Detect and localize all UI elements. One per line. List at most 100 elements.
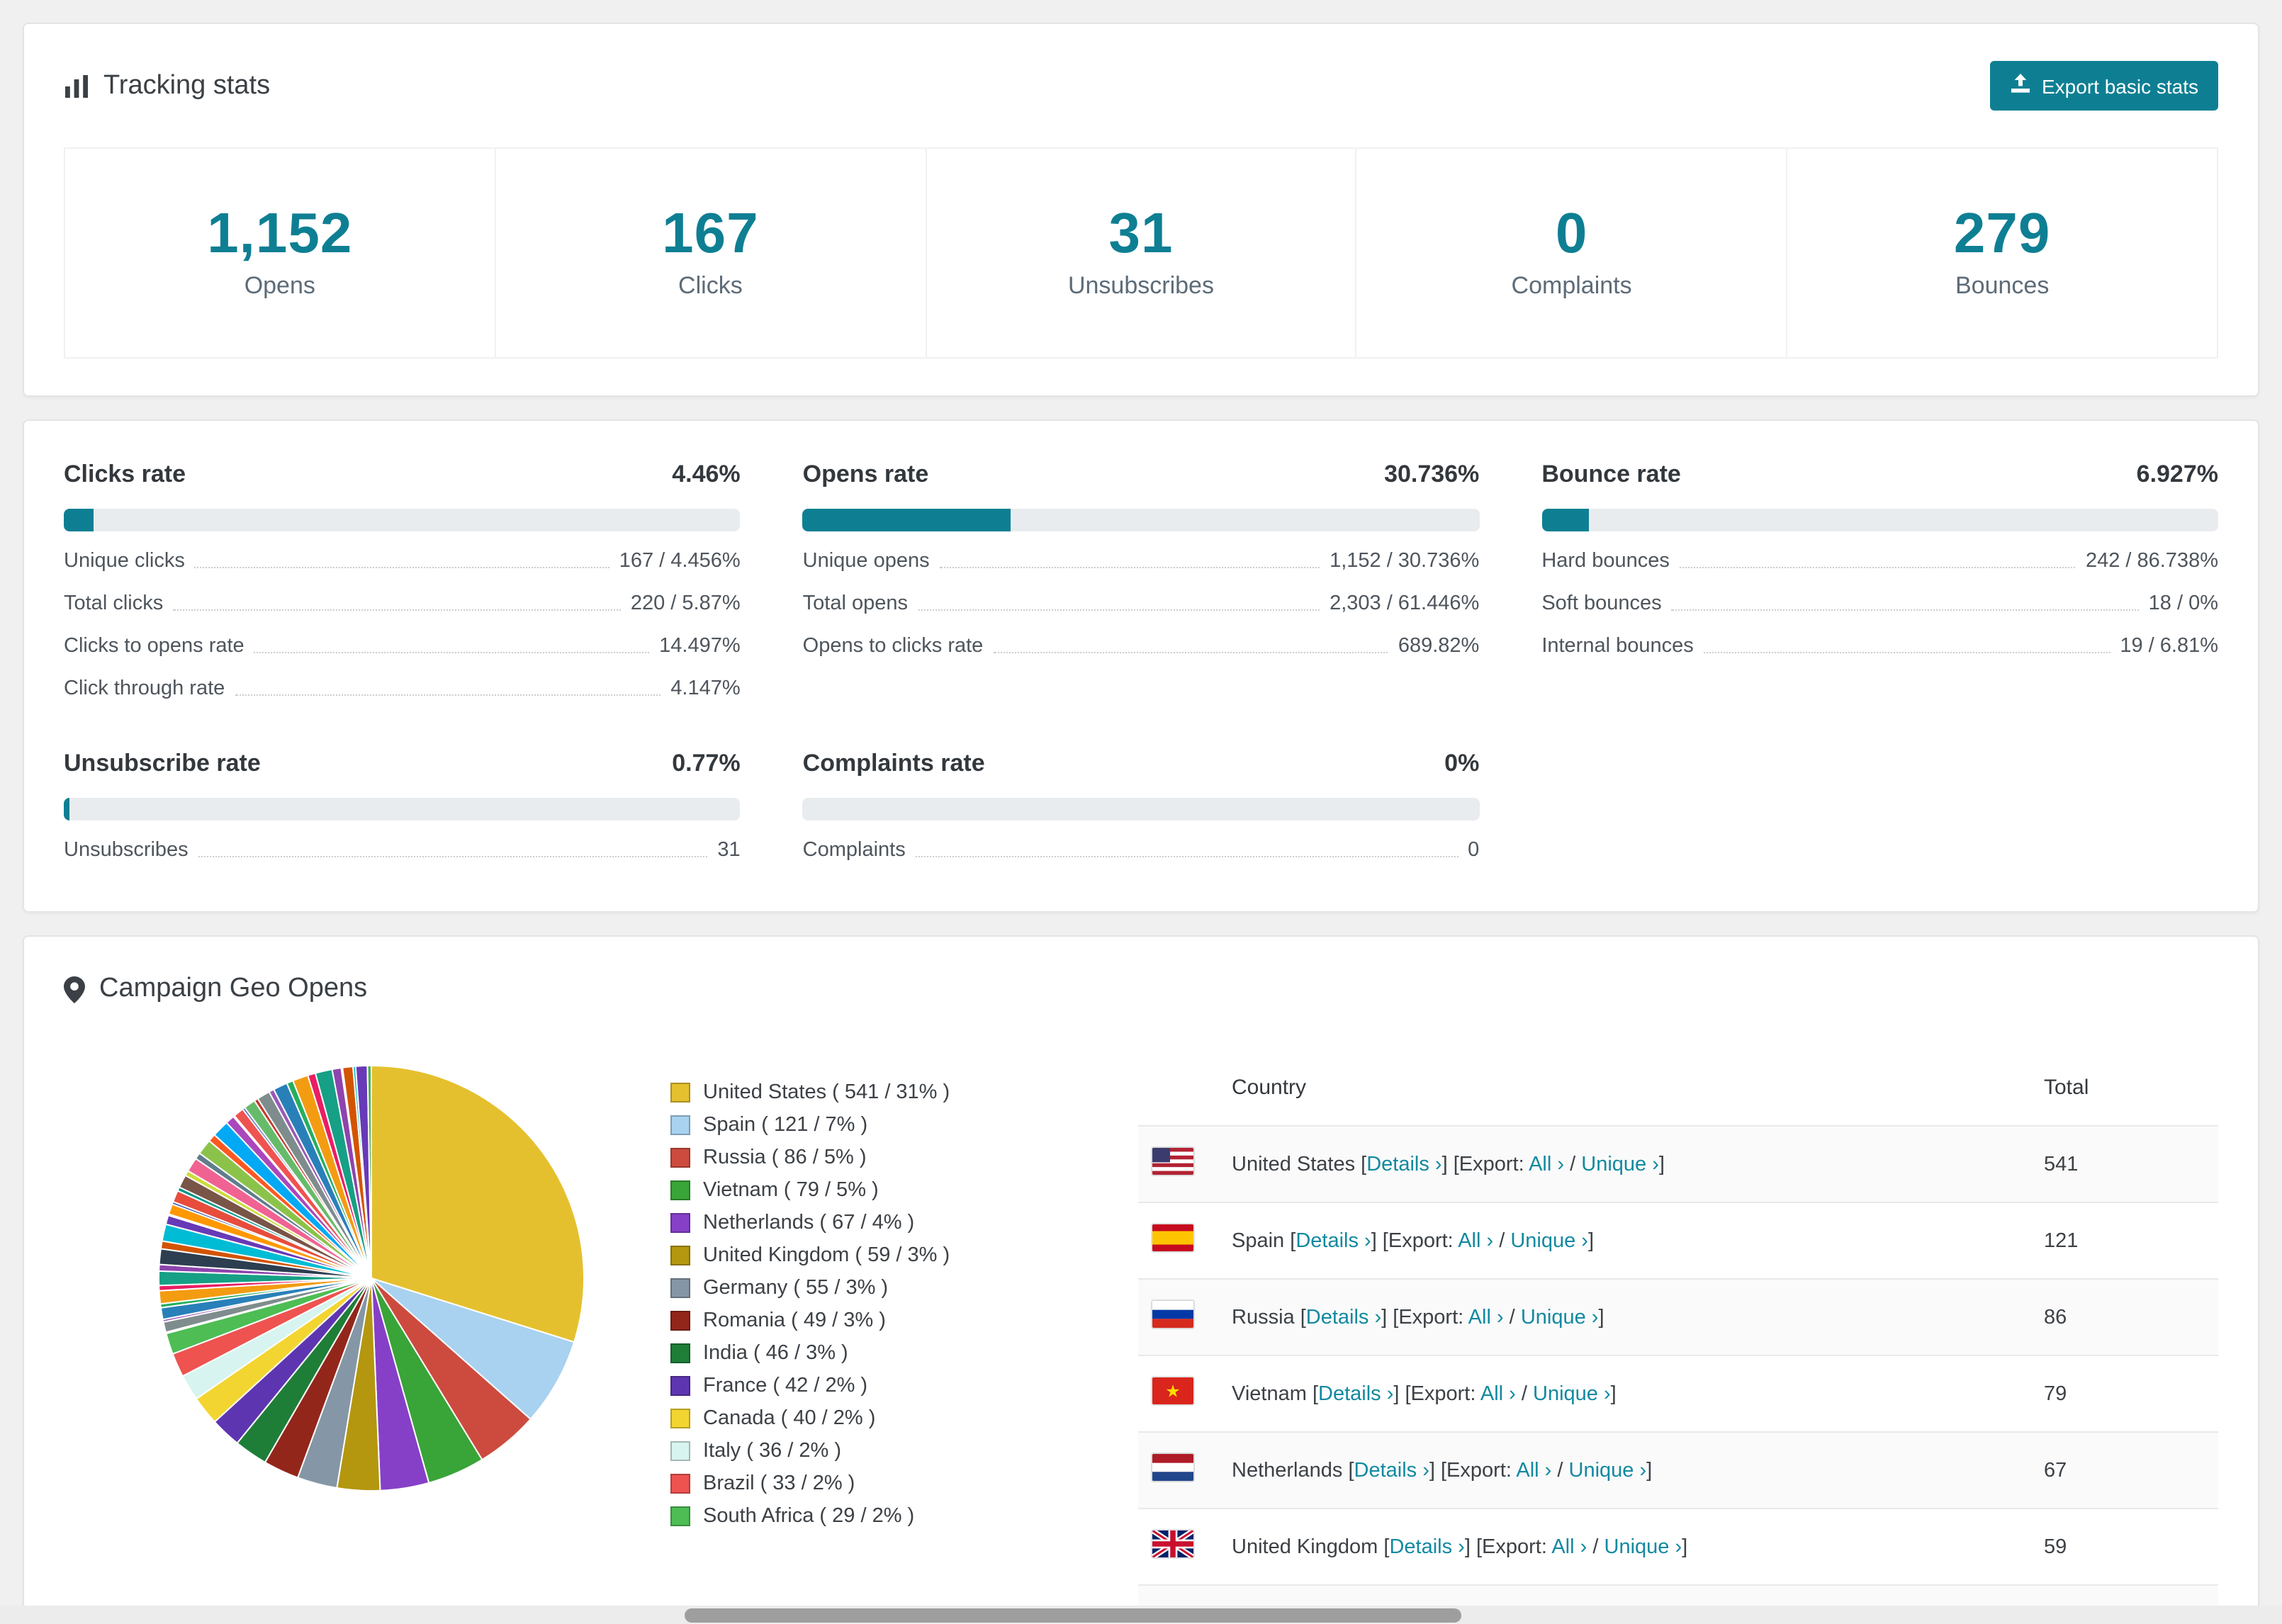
dotted-leader: [198, 856, 708, 857]
legend-swatch: [670, 1441, 690, 1461]
flag-cell: [1138, 1509, 1220, 1585]
flag-us-icon: [1152, 1148, 1193, 1175]
details-link[interactable]: Details ›: [1295, 1229, 1371, 1252]
export-all-link[interactable]: All ›: [1516, 1459, 1551, 1482]
rate-row-label: Unique opens: [802, 550, 930, 573]
stat-value: 31: [1108, 203, 1174, 265]
export-icon: [2009, 74, 2030, 98]
legend-item-germany[interactable]: Germany ( 55 / 3% ): [670, 1277, 1028, 1299]
legend-label: Vietnam ( 79 / 5% ): [703, 1179, 879, 1202]
legend-item-vietnam[interactable]: Vietnam ( 79 / 5% ): [670, 1179, 1028, 1202]
stat-value: 279: [1953, 203, 2051, 265]
export-all-link[interactable]: All ›: [1529, 1153, 1564, 1175]
stat-box-opens: 1,152 Opens: [64, 147, 496, 359]
flag-cell: [1138, 1432, 1220, 1509]
total-column-header: Total: [2044, 1076, 2089, 1100]
legend-item-india[interactable]: India ( 46 / 3% ): [670, 1342, 1028, 1365]
stat-label: Bounces: [1955, 272, 2050, 299]
legend-swatch: [670, 1083, 690, 1103]
progress-bar: [1541, 509, 2218, 531]
geo-content: United States ( 541 / 31% ) Spain ( 121 /…: [64, 1061, 2218, 1624]
dotted-leader: [1703, 652, 2110, 653]
dotted-leader: [1679, 567, 2076, 568]
details-link[interactable]: Details ›: [1354, 1459, 1429, 1482]
export-basic-stats-button[interactable]: Export basic stats: [1989, 61, 2218, 111]
legend-item-south-africa[interactable]: South Africa ( 29 / 2% ): [670, 1505, 1028, 1528]
rate-section-clicks-rate: Clicks rate 4.46% Unique clicks 167 / 4.456…: [64, 461, 741, 701]
rate-row-value: 2,303 / 61.446%: [1330, 592, 1480, 615]
legend-item-brazil[interactable]: Brazil ( 33 / 2% ): [670, 1472, 1028, 1495]
flag-cell: [1138, 1279, 1220, 1355]
country-cell: Russia [Details ›] [Export: All › / Uniq…: [1232, 1306, 1604, 1329]
export-all-link[interactable]: All ›: [1458, 1229, 1493, 1252]
rate-row: Unique opens 1,152 / 30.736%: [803, 550, 1480, 574]
details-link[interactable]: Details ›: [1318, 1382, 1393, 1405]
progress-bar: [64, 509, 741, 531]
horizontal-scrollbar[interactable]: [0, 1606, 2282, 1624]
rate-row: Total clicks 220 / 5.87%: [64, 592, 741, 616]
rate-row: Complaints 0: [803, 839, 1480, 863]
details-link[interactable]: Details ›: [1306, 1306, 1381, 1329]
legend-label: France ( 42 / 2% ): [703, 1375, 868, 1397]
tracking-stats-title-text: Tracking stats: [103, 70, 271, 100]
tracking-stats-title: Tracking stats: [64, 70, 270, 101]
rate-head: Complaints rate 0%: [803, 750, 1480, 778]
geo-opens-pie-chart: [154, 1061, 588, 1495]
rate-section-unsubscribe-rate: Unsubscribe rate 0.77% Unsubscribes 31: [64, 750, 741, 863]
export-unique-link[interactable]: Unique ›: [1510, 1229, 1588, 1252]
map-pin-icon: [64, 976, 85, 1003]
export-unique-link[interactable]: Unique ›: [1581, 1153, 1659, 1175]
export-all-link[interactable]: All ›: [1480, 1382, 1516, 1405]
rate-row-value: 14.497%: [659, 635, 741, 658]
dotted-leader: [993, 652, 1388, 653]
legend-item-italy[interactable]: Italy ( 36 / 2% ): [670, 1440, 1028, 1462]
dotted-leader: [915, 856, 1458, 857]
legend-item-united-kingdom[interactable]: United Kingdom ( 59 / 3% ): [670, 1244, 1028, 1267]
legend-swatch: [670, 1148, 690, 1168]
country-total: 59: [2044, 1535, 2067, 1558]
rate-row: Unique clicks 167 / 4.456%: [64, 550, 741, 574]
export-unique-link[interactable]: Unique ›: [1569, 1459, 1647, 1482]
legend-swatch: [670, 1474, 690, 1494]
progress-bar: [64, 798, 741, 821]
legend-item-canada[interactable]: Canada ( 40 / 2% ): [670, 1407, 1028, 1430]
progress-bar-fill: [1541, 509, 1589, 531]
legend-swatch: [670, 1180, 690, 1200]
rate-pct-value: 6.927%: [2136, 461, 2218, 487]
country-name: Netherlands: [1232, 1459, 1349, 1482]
export-unique-link[interactable]: Unique ›: [1533, 1382, 1611, 1405]
export-unique-link[interactable]: Unique ›: [1604, 1535, 1682, 1558]
rate-row-value: 18 / 0%: [2148, 592, 2218, 615]
geo-row-spain: Spain [Details ›] [Export: All › / Uniqu…: [1138, 1202, 2218, 1279]
rate-row-value: 19 / 6.81%: [2120, 635, 2218, 658]
country-cell: Spain [Details ›] [Export: All › / Uniqu…: [1232, 1229, 1595, 1252]
legend-swatch: [670, 1343, 690, 1363]
export-all-link[interactable]: All ›: [1468, 1306, 1504, 1329]
details-link[interactable]: Details ›: [1389, 1535, 1464, 1558]
legend-item-russia[interactable]: Russia ( 86 / 5% ): [670, 1146, 1028, 1169]
scrollbar-thumb[interactable]: [685, 1608, 1461, 1622]
legend-item-netherlands[interactable]: Netherlands ( 67 / 4% ): [670, 1212, 1028, 1234]
legend-item-romania[interactable]: Romania ( 49 / 3% ): [670, 1309, 1028, 1332]
rate-row-value: 1,152 / 30.736%: [1330, 550, 1480, 573]
rate-pct-value: 0.77%: [672, 750, 741, 777]
dotted-leader: [1671, 609, 2139, 611]
progress-bar: [802, 798, 1480, 821]
country-name: United Kingdom: [1232, 1535, 1384, 1558]
geo-opens-table: Country Total United States [Details ›] …: [1138, 1061, 2218, 1624]
rate-row-label: Unique clicks: [64, 550, 185, 573]
rate-title: Clicks rate: [64, 461, 186, 487]
export-all-link[interactable]: All ›: [1551, 1535, 1587, 1558]
geo-row-united-states: United States [Details ›] [Export: All ›…: [1138, 1126, 2218, 1202]
geo-row-united-kingdom: United Kingdom [Details ›] [Export: All …: [1138, 1509, 2218, 1585]
stat-box-complaints: 0 Complaints: [1355, 147, 1788, 359]
rate-section-complaints-rate: Complaints rate 0% Complaints 0: [802, 750, 1480, 863]
details-link[interactable]: Details ›: [1366, 1153, 1441, 1175]
geo-row-russia: Russia [Details ›] [Export: All › / Uniq…: [1138, 1279, 2218, 1355]
legend-item-spain[interactable]: Spain ( 121 / 7% ): [670, 1114, 1028, 1137]
legend-item-united-states[interactable]: United States ( 541 / 31% ): [670, 1081, 1028, 1104]
legend-item-france[interactable]: France ( 42 / 2% ): [670, 1375, 1028, 1397]
country-total: 67: [2044, 1459, 2067, 1482]
export-unique-link[interactable]: Unique ›: [1521, 1306, 1599, 1329]
rate-row-value: 167 / 4.456%: [619, 550, 741, 573]
